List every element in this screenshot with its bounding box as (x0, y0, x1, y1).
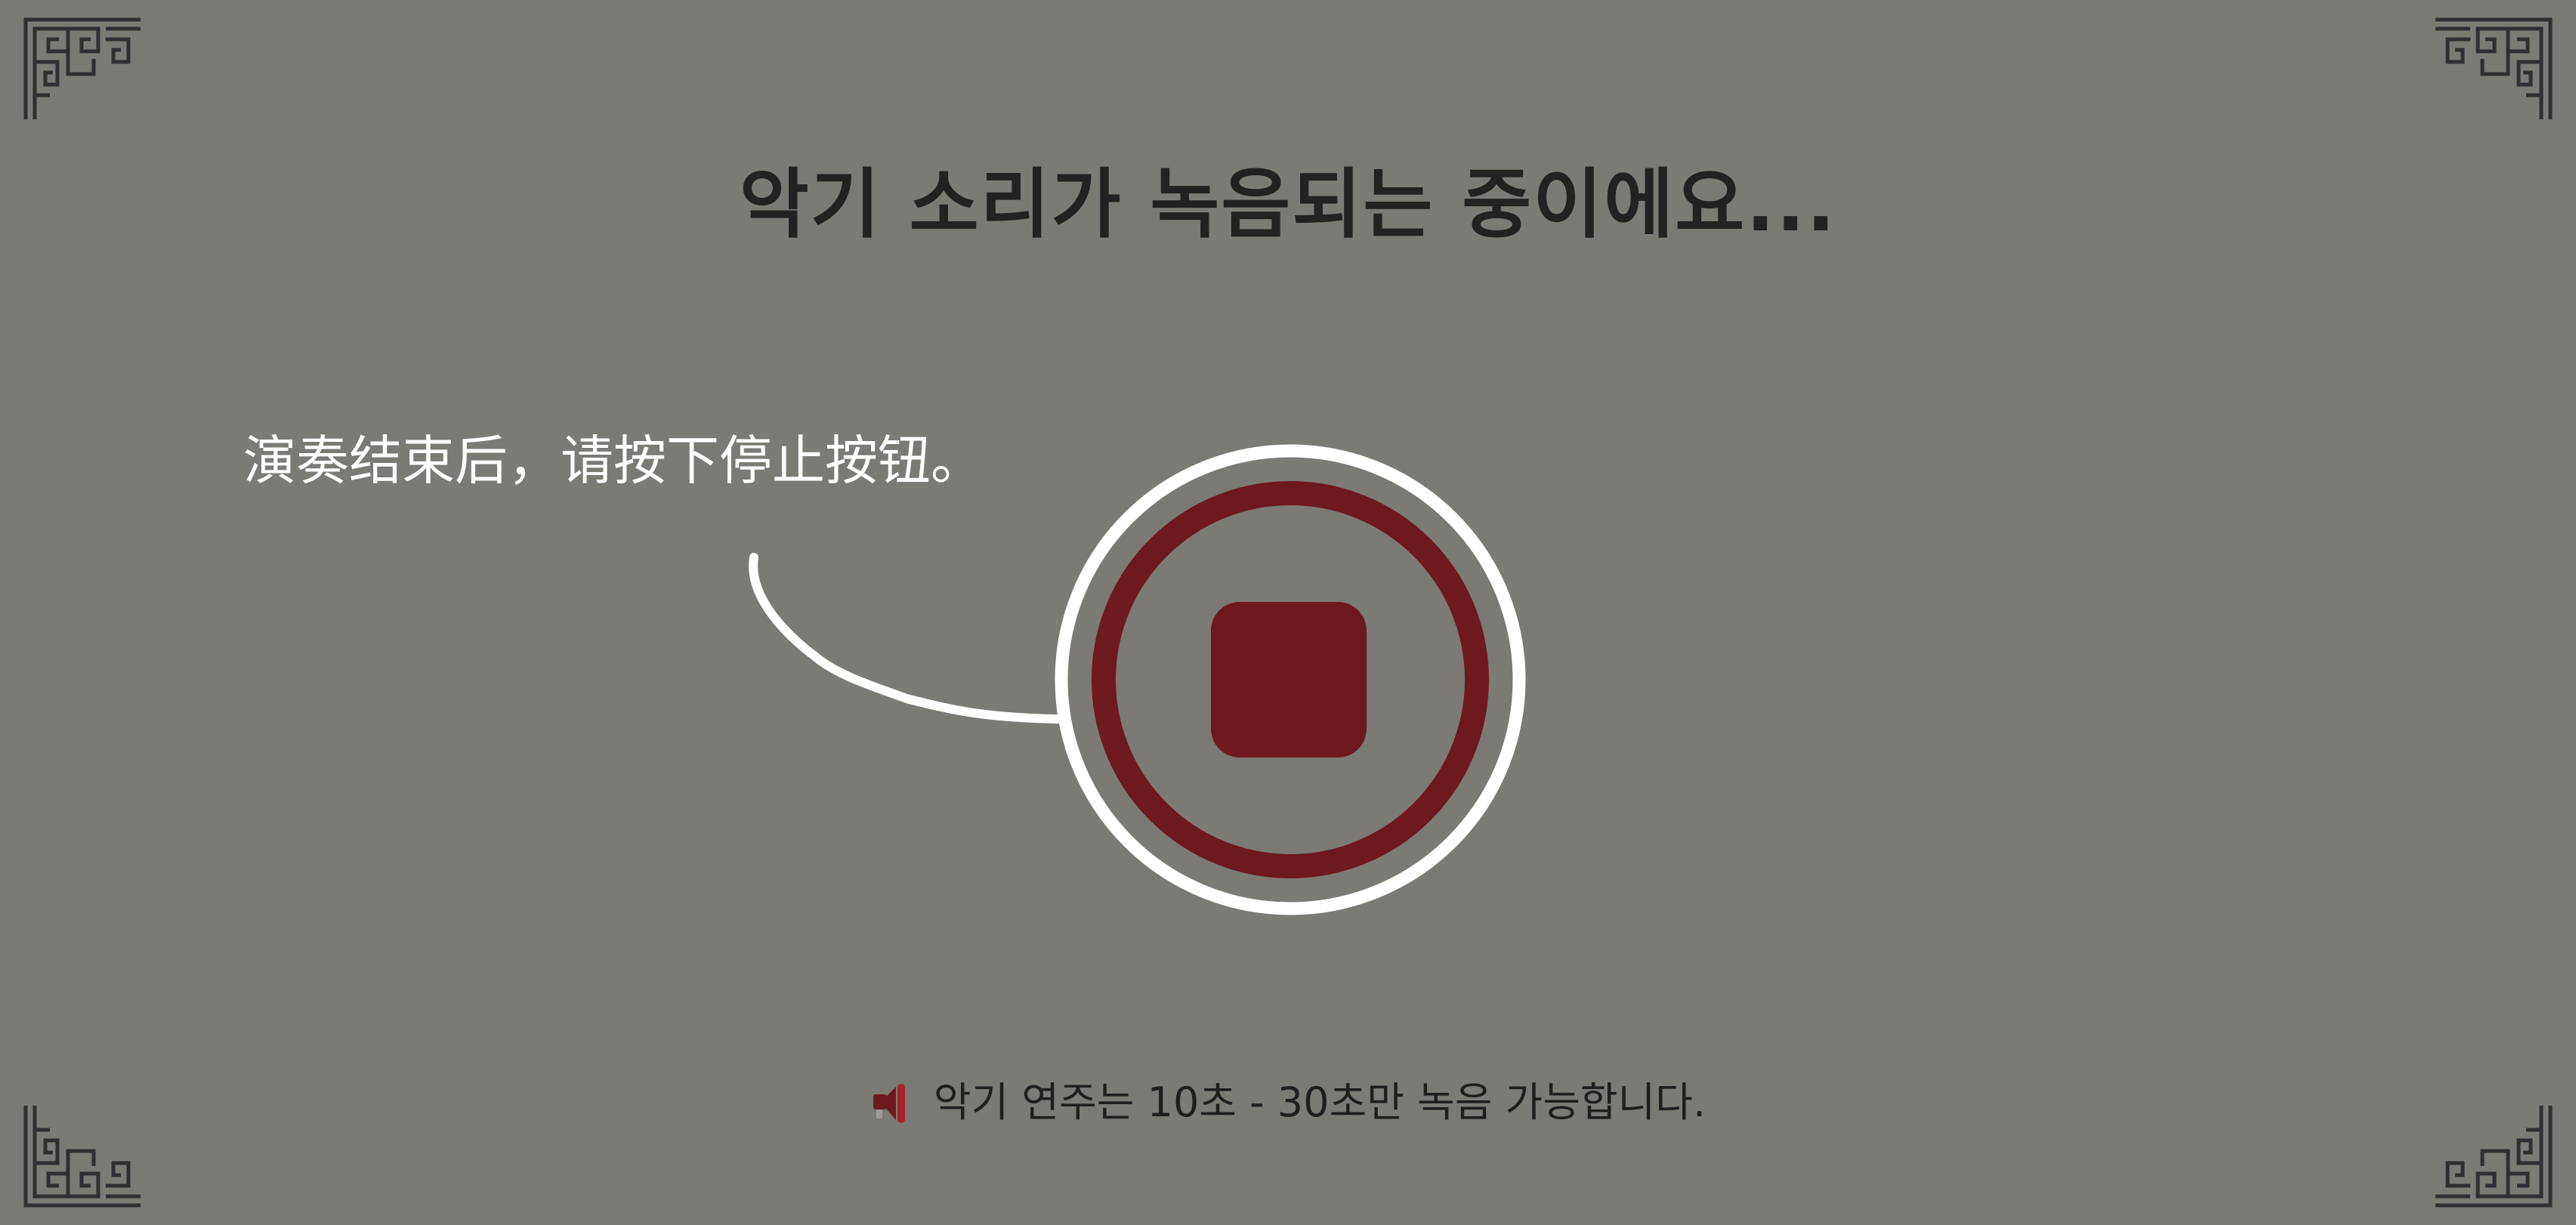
recording-notice: 악기 연주는 10초 - 30초만 녹음 가능합니다. (0, 1069, 2576, 1149)
stop-hint-text: 演奏结束后，请按下停止按钮。 (243, 430, 984, 492)
corner-ornament-top-right (2432, 17, 2553, 122)
recording-notice-text: 악기 연주는 10초 - 30초만 녹음 가능합니다. (933, 1078, 1707, 1126)
stop-button[interactable] (1052, 442, 1528, 918)
page-title: 악기 소리가 녹음되는 중이에요... (739, 160, 1837, 248)
pointer-line (749, 553, 1062, 724)
stop-icon (1055, 444, 1526, 915)
megaphone-icon (870, 1076, 916, 1129)
corner-ornament-top-left (23, 17, 144, 122)
recording-screen: 악기 소리가 녹음되는 중이에요... 演奏结束后，请按下停止按钮。 악기 연주… (0, 0, 2576, 1225)
